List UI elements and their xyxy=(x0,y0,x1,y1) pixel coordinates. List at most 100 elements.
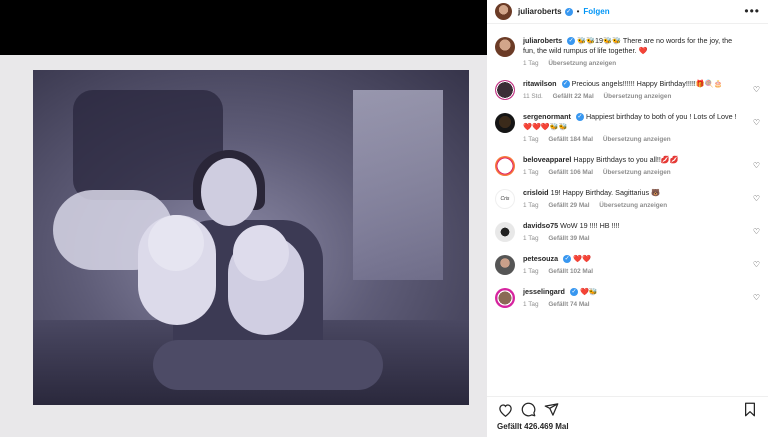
comment-text: ❤️🐝 xyxy=(579,287,598,296)
author-username[interactable]: juliaroberts xyxy=(518,7,562,16)
action-bar xyxy=(487,396,768,418)
comment-like-heart-icon[interactable]: ♡ xyxy=(753,227,760,236)
comment-likes[interactable]: Gefällt 106 Mal xyxy=(548,169,593,176)
commenter-avatar[interactable] xyxy=(495,288,515,308)
heart-icon[interactable] xyxy=(497,402,513,418)
photo-detail xyxy=(233,225,289,281)
comment-username[interactable]: ritawilson xyxy=(523,79,557,88)
comment-meta: 1 Tag Gefällt 106 Mal Übersetzung anzeig… xyxy=(523,168,746,178)
comment-body: davidso75 WoW 19 !!!! HB !!!! 1 Tag Gefä… xyxy=(523,221,760,244)
commenter-avatar[interactable] xyxy=(495,80,515,100)
separator: • xyxy=(576,7,580,16)
verified-icon: ✓ xyxy=(569,288,578,297)
author-avatar[interactable] xyxy=(495,3,512,20)
comment-body: petesouza ✓ ❤️❤️ 1 Tag Gefällt 102 Mal xyxy=(523,254,760,277)
comment-text: Happy Birthdays to you all!!💋💋 xyxy=(573,155,679,164)
comment-likes[interactable]: Gefällt 74 Mal xyxy=(548,301,589,308)
comment-body: ritawilson ✓ Precious angels!!!!!! Happy… xyxy=(523,79,760,102)
post-header: juliaroberts ✓ • Folgen ••• xyxy=(487,0,768,24)
comment-username[interactable]: sergenormant xyxy=(523,112,571,121)
comment-time: 1 Tag xyxy=(523,301,539,308)
comment-meta: 1 Tag Gefällt 74 Mal xyxy=(523,300,746,310)
comment-item: sergenormant ✓ Happiest birthday to both… xyxy=(495,112,760,145)
post-photo[interactable] xyxy=(33,70,469,405)
translate-link[interactable]: Übersetzung anzeigen xyxy=(548,60,616,67)
translate-link[interactable]: Übersetzung anzeigen xyxy=(603,136,671,143)
commenter-avatar[interactable] xyxy=(495,156,515,176)
comment-like-heart-icon[interactable]: ♡ xyxy=(753,194,760,203)
comment-body: sergenormant ✓ Happiest birthday to both… xyxy=(523,112,760,145)
post-sidebar: juliaroberts ✓ • Folgen ••• juliaroberts… xyxy=(487,0,768,437)
comment-likes[interactable]: Gefällt 22 Mal xyxy=(553,93,594,100)
caption-body: juliaroberts ✓ 🐝🐝19🐝🐝 There are no words… xyxy=(523,36,760,69)
likes-count[interactable]: Gefällt 426.469 Mal xyxy=(497,422,569,431)
comment-likes[interactable]: Gefällt 102 Mal xyxy=(548,268,593,275)
author-avatar[interactable] xyxy=(495,37,515,57)
comment-time: 1 Tag xyxy=(523,136,539,143)
comment-username[interactable]: petesouza xyxy=(523,254,558,263)
caption-meta: 1 Tag Übersetzung anzeigen xyxy=(523,59,746,69)
comment-text: 19! Happy Birthday. Sagittarius 🐻 xyxy=(550,188,661,197)
comment-like-heart-icon[interactable]: ♡ xyxy=(753,85,760,94)
comment-item: beloveapparel Happy Birthdays to you all… xyxy=(495,155,760,178)
caption-time: 1 Tag xyxy=(523,60,539,67)
comment-meta: 1 Tag Gefällt 39 Mal xyxy=(523,234,746,244)
verified-icon: ✓ xyxy=(575,113,584,122)
commenter-avatar[interactable] xyxy=(495,113,515,133)
comment-time: 1 Tag xyxy=(523,169,539,176)
comment-item: petesouza ✓ ❤️❤️ 1 Tag Gefällt 102 Mal ♡ xyxy=(495,254,760,277)
comment-item: Cris crisloid 19! Happy Birthday. Sagitt… xyxy=(495,188,760,211)
photo-detail xyxy=(148,215,204,271)
translate-link[interactable]: Übersetzung anzeigen xyxy=(604,93,672,100)
comment-like-heart-icon[interactable]: ♡ xyxy=(753,118,760,127)
comment-meta: 1 Tag Gefällt 102 Mal xyxy=(523,267,746,277)
comment-item: jesselingard ✓ ❤️🐝 1 Tag Gefällt 74 Mal … xyxy=(495,287,760,310)
comment-time: 11 Std. xyxy=(523,93,543,100)
comment-icon[interactable] xyxy=(520,402,536,418)
comment-meta: 1 Tag Gefällt 29 Mal Übersetzung anzeige… xyxy=(523,201,746,211)
comment-item: ritawilson ✓ Precious angels!!!!!! Happy… xyxy=(495,79,760,102)
photo-detail xyxy=(201,158,257,226)
comment-time: 1 Tag xyxy=(523,268,539,275)
commenter-avatar[interactable] xyxy=(495,255,515,275)
bookmark-icon[interactable] xyxy=(742,402,758,418)
commenter-avatar[interactable] xyxy=(495,222,515,242)
comment-meta: 11 Std. Gefällt 22 Mal Übersetzung anzei… xyxy=(523,92,746,102)
comment-like-heart-icon[interactable]: ♡ xyxy=(753,293,760,302)
comment-username[interactable]: crisloid xyxy=(523,188,549,197)
more-options-icon[interactable]: ••• xyxy=(744,4,760,18)
caption: juliaroberts ✓ 🐝🐝19🐝🐝 There are no words… xyxy=(495,36,760,69)
comment-like-heart-icon[interactable]: ♡ xyxy=(753,161,760,170)
comment-time: 1 Tag xyxy=(523,202,539,209)
comment-like-heart-icon[interactable]: ♡ xyxy=(753,260,760,269)
photo-detail xyxy=(153,340,383,390)
verified-icon: ✓ xyxy=(561,80,570,89)
comment-likes[interactable]: Gefällt 39 Mal xyxy=(548,235,589,242)
comment-likes[interactable]: Gefällt 184 Mal xyxy=(548,136,593,143)
comment-text: WoW 19 !!!! HB !!!! xyxy=(560,221,620,230)
comment-item: davidso75 WoW 19 !!!! HB !!!! 1 Tag Gefä… xyxy=(495,221,760,244)
translate-link[interactable]: Übersetzung anzeigen xyxy=(603,169,671,176)
caption-username[interactable]: juliaroberts xyxy=(523,36,562,45)
post-media[interactable] xyxy=(0,0,487,437)
verified-icon: ✓ xyxy=(563,255,572,264)
comment-body: beloveapparel Happy Birthdays to you all… xyxy=(523,155,760,178)
send-icon[interactable] xyxy=(543,402,559,418)
comment-body: jesselingard ✓ ❤️🐝 1 Tag Gefällt 74 Mal xyxy=(523,287,760,310)
photo-detail xyxy=(353,90,443,280)
comment-username[interactable]: davidso75 xyxy=(523,221,558,230)
comment-time: 1 Tag xyxy=(523,235,539,242)
comment-username[interactable]: beloveapparel xyxy=(523,155,571,164)
comments-list[interactable]: juliaroberts ✓ 🐝🐝19🐝🐝 There are no words… xyxy=(487,24,768,386)
comment-meta: 1 Tag Gefällt 184 Mal Übersetzung anzeig… xyxy=(523,135,746,145)
translate-link[interactable]: Übersetzung anzeigen xyxy=(599,202,667,209)
commenter-avatar[interactable]: Cris xyxy=(495,189,515,209)
comment-likes[interactable]: Gefällt 29 Mal xyxy=(548,202,589,209)
verified-icon: ✓ xyxy=(567,37,576,46)
comment-text: ❤️❤️ xyxy=(573,254,592,263)
comment-username[interactable]: jesselingard xyxy=(523,287,565,296)
comment-text: Precious angels!!!!!! Happy Birthday!!!!… xyxy=(571,79,723,88)
follow-button[interactable]: Folgen xyxy=(583,7,609,16)
verified-icon: ✓ xyxy=(564,7,573,16)
comment-body: crisloid 19! Happy Birthday. Sagittarius… xyxy=(523,188,760,211)
